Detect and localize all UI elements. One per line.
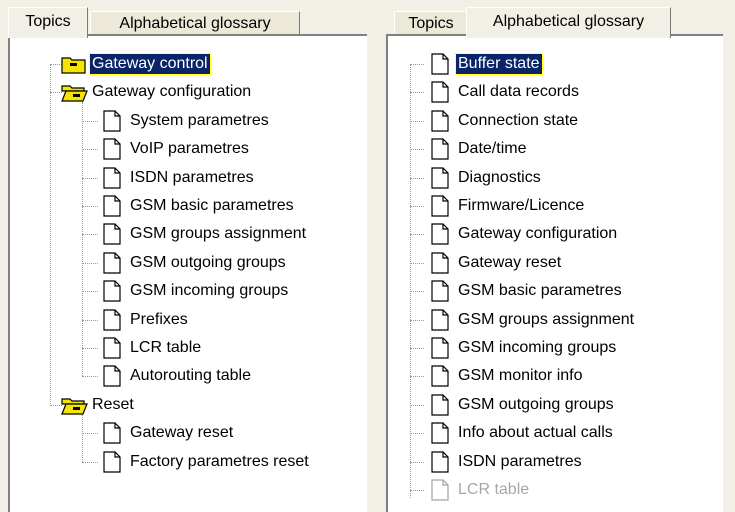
glossary-item-label: ISDN parametres: [458, 452, 582, 470]
topic-item-label: LCR table: [130, 339, 202, 356]
tree-connector: [410, 461, 424, 463]
topic-item-label: System parametres: [130, 111, 269, 129]
topic-item-label: GSM groups assignment: [130, 225, 307, 243]
topic-item-label: GSM basic parametres: [130, 197, 294, 214]
document-icon: [426, 308, 454, 331]
topic-item-label: GSM outgoing groups: [130, 253, 286, 271]
tree-connector: [410, 234, 424, 236]
tree-connector: [82, 262, 98, 264]
tree-connector: [410, 177, 424, 179]
tree-connector: [410, 291, 424, 293]
tree-connector: [82, 234, 98, 236]
tree-connector: [82, 433, 98, 435]
tree-connector: [82, 149, 98, 151]
tree-connector: [50, 64, 51, 406]
glossary-list[interactable]: Buffer state Call data records Connection …: [386, 34, 723, 512]
topic-item-label: Factory parametres reset: [130, 452, 309, 470]
topic-item-label: Prefixes: [130, 310, 188, 328]
glossary-item-label: GSM monitor info: [458, 367, 583, 385]
topic-item-label: Autorouting table: [130, 367, 251, 385]
document-icon: [426, 166, 454, 189]
tree-connector: [410, 404, 424, 406]
folder-closed-icon: [60, 53, 88, 75]
tree-connector: [82, 348, 98, 349]
topic-item-label: GSM incoming groups: [130, 282, 289, 300]
topic-item-label: Gateway configuration: [92, 83, 252, 101]
tree-connector: [410, 149, 424, 151]
glossary-panel: Topics Alphabetical glossary Buffer stat…: [382, 0, 735, 512]
document-icon: [98, 280, 126, 302]
document-icon: [426, 479, 454, 501]
glossary-item-label: Connection state: [458, 111, 579, 129]
document-icon: [98, 223, 126, 245]
document-icon: [426, 280, 454, 302]
document-icon: [98, 308, 126, 331]
document-icon: [426, 365, 454, 387]
document-icon: [426, 337, 454, 359]
tree-connector: [82, 414, 83, 462]
tree-connector: [82, 291, 98, 293]
glossary-item-label: GSM incoming groups: [458, 339, 617, 356]
document-icon: [426, 110, 454, 132]
tree-connector: [410, 64, 424, 65]
topics-tree[interactable]: Gateway control Gateway configuration Syst…: [8, 34, 367, 512]
tree-connector: [410, 376, 424, 378]
tree-connector: [410, 206, 424, 207]
topics-panel: Topics Alphabetical glossary Gateway con…: [0, 0, 367, 512]
glossary-item-label: Diagnostics: [458, 168, 541, 186]
glossary-item-label: GSM outgoing groups: [458, 395, 614, 413]
tree-connector: [410, 120, 424, 122]
tree-connector: [82, 177, 98, 179]
topic-item-label: Gateway reset: [130, 424, 234, 442]
document-icon: [426, 252, 454, 274]
glossary-item-label: Gateway configuration: [458, 225, 618, 243]
document-icon: [426, 53, 454, 75]
glossary-item-label: Firmware/Licence: [458, 197, 585, 214]
document-icon: [98, 252, 126, 274]
tab-topics[interactable]: Topics: [8, 7, 88, 38]
glossary-item-label: Buffer state: [455, 53, 543, 75]
tree-connector: [410, 319, 424, 321]
tree-connector: [410, 490, 424, 491]
tree-connector: [410, 433, 424, 435]
glossary-item-label: Gateway reset: [458, 253, 562, 271]
document-icon: [98, 138, 126, 160]
tree-connector: [82, 102, 83, 377]
topic-item-label: VoIP parametres: [130, 140, 249, 158]
folder-open-icon: [60, 81, 88, 103]
tree-connector: [82, 319, 98, 321]
tree-connector: [82, 461, 98, 463]
document-icon: [426, 422, 454, 444]
document-icon: [98, 450, 126, 473]
document-icon: [98, 337, 126, 359]
tab-alphabetical-glossary[interactable]: Alphabetical glossary: [466, 7, 671, 38]
topic-item-label: ISDN parametres: [130, 168, 254, 186]
tree-connector: [410, 348, 424, 349]
document-icon: [426, 450, 454, 473]
folder-open-icon: [60, 394, 88, 416]
document-icon: [426, 195, 454, 217]
tree-connector: [82, 120, 98, 122]
topic-item-label: Reset: [92, 395, 134, 413]
glossary-item-label: LCR table: [458, 481, 530, 498]
tree-connector: [82, 206, 98, 207]
document-icon: [98, 195, 126, 217]
document-icon: [426, 138, 454, 160]
document-icon: [426, 81, 454, 103]
glossary-item-label: Call data records: [458, 83, 579, 101]
document-icon: [426, 223, 454, 245]
document-icon: [98, 166, 126, 189]
glossary-item-label: Info about actual calls: [458, 424, 613, 442]
tree-connector: [82, 376, 98, 378]
glossary-item-label: Date/time: [458, 140, 527, 158]
glossary-item-label: GSM basic parametres: [458, 282, 622, 300]
document-icon: [98, 110, 126, 132]
topic-item-label: Gateway control: [89, 53, 211, 75]
glossary-item-label: GSM groups assignment: [458, 310, 635, 328]
document-icon: [426, 394, 454, 416]
document-icon: [98, 422, 126, 444]
tree-connector: [410, 262, 424, 264]
tree-connector: [410, 92, 424, 94]
document-icon: [98, 365, 126, 387]
